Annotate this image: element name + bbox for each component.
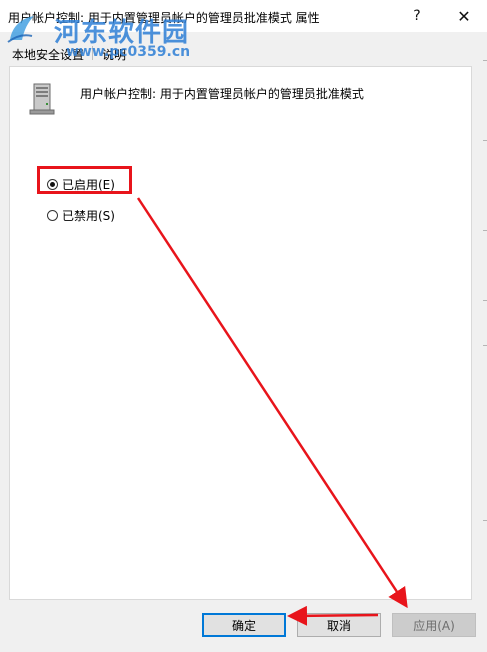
tab-explain[interactable]: 说明 xyxy=(102,46,126,63)
background-window-edge xyxy=(483,0,487,652)
settings-panel: 用户帐户控制: 用于内置管理员帐户的管理员批准模式 已启用(E) 已禁用(S) xyxy=(9,66,472,600)
help-icon: ? xyxy=(413,8,421,24)
ok-button[interactable]: 确定 xyxy=(202,613,286,637)
window-title: 用户帐户控制: 用于内置管理员帐户的管理员批准模式 属性 xyxy=(8,11,320,25)
cancel-button[interactable]: 取消 xyxy=(297,613,381,637)
radio-enabled-label: 已启用(E) xyxy=(62,178,115,192)
policy-title: 用户帐户控制: 用于内置管理员帐户的管理员批准模式 xyxy=(80,87,364,101)
radio-disabled-indicator[interactable] xyxy=(47,210,58,221)
apply-button[interactable]: 应用(A) xyxy=(392,613,476,637)
title-bar: 用户帐户控制: 用于内置管理员帐户的管理员批准模式 属性 ? ✕ xyxy=(0,0,487,32)
radio-enabled-indicator[interactable] xyxy=(47,179,58,190)
tab-local-security-setting[interactable]: 本地安全设置 xyxy=(12,46,84,63)
close-icon: ✕ xyxy=(457,6,471,26)
tab-divider xyxy=(92,46,93,60)
watermark-url: www.pc0359.cn xyxy=(66,44,191,60)
radio-disabled[interactable]: 已禁用(S) xyxy=(47,207,115,224)
close-button[interactable]: ✕ xyxy=(441,0,487,32)
help-button[interactable]: ? xyxy=(394,0,440,32)
radio-enabled[interactable]: 已启用(E) xyxy=(47,176,115,193)
server-computer-icon xyxy=(29,83,55,115)
radio-disabled-label: 已禁用(S) xyxy=(62,209,115,223)
